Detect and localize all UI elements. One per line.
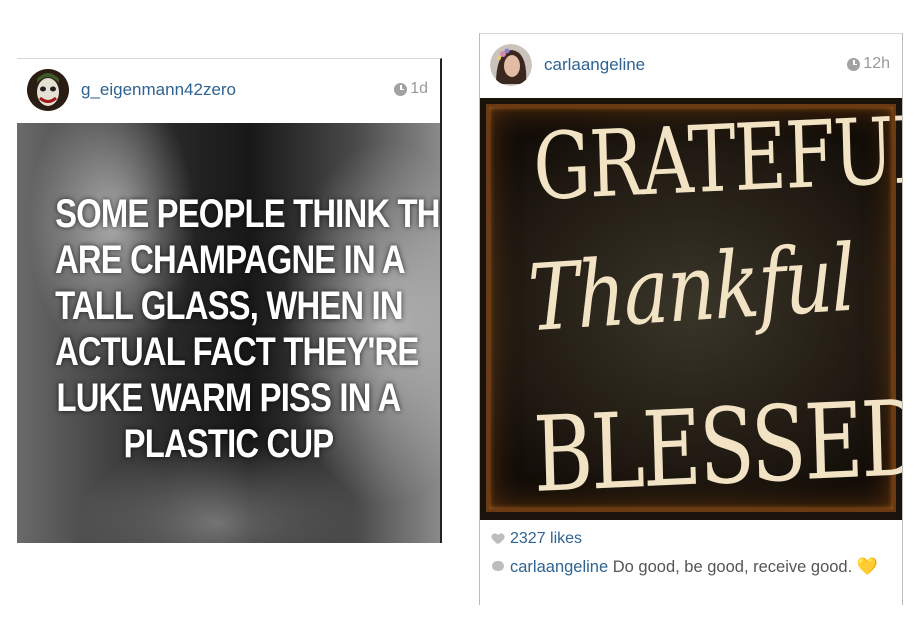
sign-word: GRATEFUL <box>532 98 902 222</box>
caption-text: Do good, be good, receive good. <box>612 558 853 576</box>
comment-icon <box>492 561 504 571</box>
caption-username[interactable]: carlaangeline <box>510 558 608 576</box>
sign-word: BLESSED <box>531 376 902 517</box>
post-card: g_eigenmann42zero 1d SOME PEOPLE THINK T… <box>17 58 442 543</box>
post-image[interactable]: SOME PEOPLE THINK THEY ARE CHAMPAGNE IN … <box>17 123 440 543</box>
post-image[interactable]: GRATEFUL Thankful BLESSED <box>480 98 902 520</box>
post-header: carlaangeline 12h <box>480 34 902 96</box>
quote-line: ARE CHAMPAGNE IN A <box>55 238 406 282</box>
likes-row[interactable]: 2327 likes <box>492 530 582 548</box>
avatar[interactable] <box>490 44 532 86</box>
clock-icon <box>394 82 408 96</box>
post-time-label: 12h <box>863 55 890 72</box>
post-timestamp: 1d <box>394 80 428 98</box>
clock-icon <box>847 57 861 71</box>
avatar[interactable] <box>27 69 69 111</box>
quote-line: TALL GLASS, WHEN IN <box>55 284 403 328</box>
quote-text: SOME PEOPLE THINK THEY ARE CHAMPAGNE IN … <box>55 191 440 467</box>
quote-line: ACTUAL FACT THEY'RE <box>55 330 419 374</box>
wooden-sign: GRATEFUL Thankful BLESSED <box>486 98 902 516</box>
caption: carlaangeline Do good, be good, receive … <box>492 556 887 578</box>
quote-line: LUKE WARM PISS IN A <box>56 376 401 420</box>
post-timestamp: 12h <box>847 55 890 73</box>
post-username[interactable]: g_eigenmann42zero <box>81 80 236 100</box>
likes-count[interactable]: 2327 likes <box>510 530 582 548</box>
post-username[interactable]: carlaangeline <box>544 55 645 75</box>
post-header: g_eigenmann42zero 1d <box>17 59 440 121</box>
sign-word: Thankful <box>526 224 856 353</box>
joker-avatar-image <box>27 69 69 111</box>
quote-line: PLASTIC CUP <box>123 422 334 466</box>
yellow-heart-emoji: 💛 <box>856 557 878 576</box>
post-card: carlaangeline 12h GRATEFUL Thankful BLES… <box>479 33 903 605</box>
heart-icon <box>492 534 504 544</box>
quote-line: SOME PEOPLE THINK THEY <box>55 192 440 236</box>
post-time-label: 1d <box>410 80 428 97</box>
profile-photo-image <box>490 44 532 86</box>
